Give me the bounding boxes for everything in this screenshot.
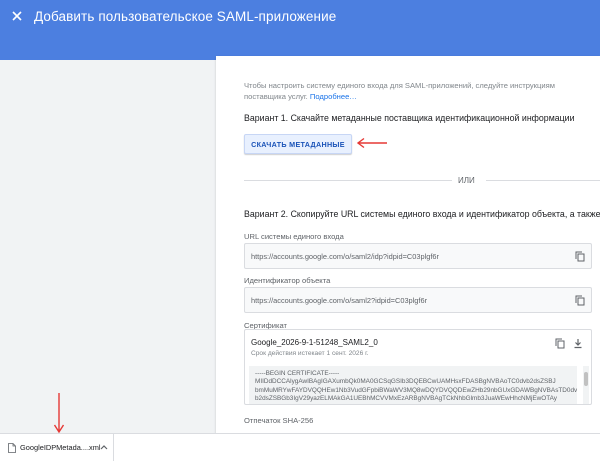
download-file-name: GoogleIDPMetada....xml: [20, 443, 101, 452]
saml-setup-card: Чтобы настроить систему единого входа дл…: [216, 56, 600, 434]
copy-icon[interactable]: [575, 251, 585, 262]
annotation-arrow-left: [356, 137, 387, 149]
download-metadata-button[interactable]: СКАЧАТЬ МЕТАДАННЫЕ: [244, 134, 352, 154]
app-header: Добавить пользовательское SAML-приложени…: [0, 0, 600, 32]
certificate-box: Google_2026-9-1-51248_SAML2_0 Срок дейст…: [244, 329, 592, 405]
download-item[interactable]: GoogleIDPMetada....xml: [0, 434, 114, 461]
certificate-line: -----BEGIN CERTIFICATE-----: [255, 370, 340, 377]
option2-heading: Вариант 2. Скопируйте URL системы единог…: [244, 209, 600, 219]
entity-id-label: Идентификатор объекта: [244, 276, 331, 285]
download-shelf: GoogleIDPMetada....xml: [0, 433, 600, 461]
certificate-line: MIIDdDCCAlygAwIBAgIGAXumbQk0MA0GCSqGSIb3…: [255, 378, 556, 386]
annotation-arrow-down: [53, 393, 65, 434]
or-divider-text: ИЛИ: [458, 176, 475, 185]
certificate-text[interactable]: -----BEGIN CERTIFICATE----- MIIDdDCCAlyg…: [249, 366, 577, 404]
sso-url-value: https://accounts.google.com/o/saml2/idp?…: [251, 252, 439, 261]
close-icon[interactable]: [0, 0, 34, 32]
option1-heading: Вариант 1. Скачайте метаданные поставщик…: [244, 113, 575, 123]
certificate-name: Google_2026-9-1-51248_SAML2_0: [251, 338, 378, 347]
certificate-line: bmMuMRYwFAYDVQQHEw1Nb3VudGFpbiBWaWV3MQ8w…: [255, 386, 577, 394]
sso-url-field[interactable]: https://accounts.google.com/o/saml2/idp?…: [244, 243, 592, 269]
certificate-expiry: Срок действия истекает 1 сент. 2026 г.: [251, 350, 369, 357]
intro-text: Чтобы настроить систему единого входа дл…: [244, 80, 594, 102]
certificate-line: b2dsZSBGb3IgV29yazELMAkGA1UEBhMCVVMxEzAR…: [255, 394, 557, 402]
sso-url-label: URL системы единого входа: [244, 232, 344, 241]
copy-icon[interactable]: [555, 338, 565, 349]
divider-line: [244, 180, 452, 181]
chevron-up-icon[interactable]: [100, 444, 108, 450]
download-icon[interactable]: [573, 338, 583, 349]
file-icon: [8, 442, 16, 453]
intro-description: Чтобы настроить систему единого входа дл…: [244, 81, 555, 101]
certificate-scrollbar-thumb[interactable]: [584, 372, 588, 386]
entity-id-field[interactable]: https://accounts.google.com/o/saml2?idpi…: [244, 287, 592, 313]
learn-more-link[interactable]: Подробнее…: [310, 92, 357, 101]
page-title: Добавить пользовательское SAML-приложени…: [34, 8, 337, 24]
copy-icon[interactable]: [575, 295, 585, 306]
entity-id-value: https://accounts.google.com/o/saml2?idpi…: [251, 296, 428, 305]
sha256-label: Отпечаток SHA-256: [244, 416, 314, 425]
divider-line: [486, 180, 600, 181]
